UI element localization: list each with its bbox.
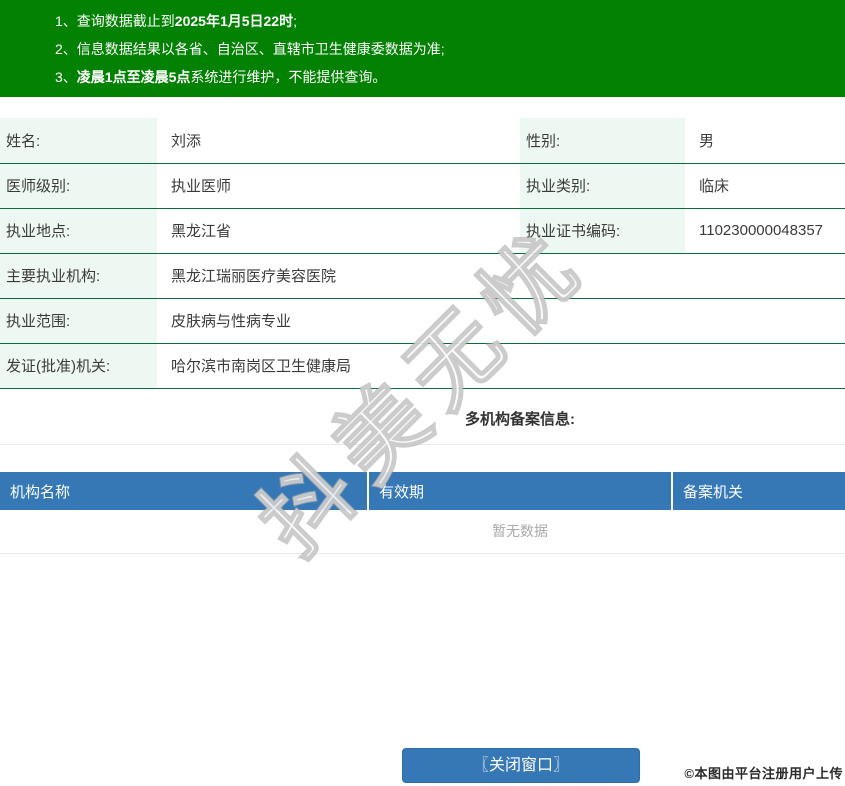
- notice-number: 2、: [55, 41, 77, 57]
- table-row: 医师级别: 执业医师 执业类别: 临床: [0, 163, 845, 209]
- notice-text: 查询数据截止到: [76, 13, 175, 29]
- close-window-button[interactable]: 〖关闭窗口〗: [402, 748, 640, 783]
- org-name-column-header: 机构名称: [0, 472, 369, 510]
- practice-category-label: 执业类别:: [520, 163, 685, 209]
- table-row: 执业地点: 黑龙江省 执业证书编码: 110230000048357: [0, 208, 845, 254]
- certificate-number-label: 执业证书编码:: [520, 208, 685, 254]
- notice-line-3: 3、凌晨1点至凌晨5点系统进行维护，不能提供查询。: [55, 63, 835, 91]
- main-org-label: 主要执业机构:: [0, 253, 157, 299]
- table-row: 姓名: 刘添 性别: 男: [0, 118, 845, 164]
- issuing-authority-value: 哈尔滨市南岗区卫生健康局: [157, 343, 845, 389]
- notice-text-bold: 凌晨1点至凌晨5点: [76, 69, 191, 85]
- notice-line-2: 2、信息数据结果以各省、自治区、直辖市卫生健康委数据为准;: [55, 35, 835, 63]
- table-row: 发证(批准)机关: 哈尔滨市南岗区卫生健康局: [0, 343, 845, 389]
- notice-text-bold: 2025年1月5日22时: [174, 13, 294, 29]
- filing-authority-column-header: 备案机关: [672, 472, 845, 510]
- table-row: 主要执业机构: 黑龙江瑞丽医疗美容医院: [0, 253, 845, 299]
- doctor-level-label: 医师级别:: [0, 163, 157, 209]
- doctor-level-value: 执业医师: [157, 163, 520, 209]
- practice-scope-value: 皮肤病与性病专业: [157, 298, 845, 344]
- practice-location-value: 黑龙江省: [157, 208, 520, 254]
- doctor-info-table: 姓名: 刘添 性别: 男 医师级别: 执业医师 执业类别: 临床 执业地点: 黑…: [0, 118, 845, 389]
- practice-location-label: 执业地点:: [0, 208, 157, 254]
- notice-text: 信息数据结果以各省、自治区、直辖市卫生健康委数据为准;: [76, 41, 445, 57]
- gender-label: 性别:: [520, 118, 685, 164]
- issuing-authority-label: 发证(批准)机关:: [0, 343, 157, 389]
- table-row: 暂无数据: [0, 510, 845, 554]
- notice-number: 1、: [55, 13, 77, 29]
- copyright-watermark-text: ©本图由平台注册用户上传: [684, 766, 843, 781]
- table-header-row: 机构名称 有效期 备案机关: [0, 472, 845, 510]
- practice-category-value: 临床: [685, 163, 845, 209]
- gender-value: 男: [685, 118, 845, 164]
- table-row: 执业范围: 皮肤病与性病专业: [0, 298, 845, 344]
- no-data-text: 暂无数据: [0, 510, 845, 554]
- multi-org-heading: 多机构备案信息:: [0, 395, 845, 445]
- main-org-value: 黑龙江瑞丽医疗美容医院: [157, 253, 845, 299]
- notice-number: 3、: [55, 69, 77, 85]
- name-value: 刘添: [157, 118, 520, 164]
- multi-org-table: 机构名称 有效期 备案机关 暂无数据: [0, 472, 845, 554]
- notice-banner: 1、查询数据截止到2025年1月5日22时; 2、信息数据结果以各省、自治区、直…: [0, 0, 845, 97]
- validity-column-header: 有效期: [368, 472, 673, 510]
- notice-line-1: 1、查询数据截止到2025年1月5日22时;: [55, 7, 835, 35]
- notice-text: ;: [293, 13, 297, 29]
- practice-scope-label: 执业范围:: [0, 298, 157, 344]
- certificate-number-value: 110230000048357: [685, 208, 845, 254]
- name-label: 姓名:: [0, 118, 157, 164]
- notice-text: 系统进行维护，不能提供查询。: [190, 69, 387, 85]
